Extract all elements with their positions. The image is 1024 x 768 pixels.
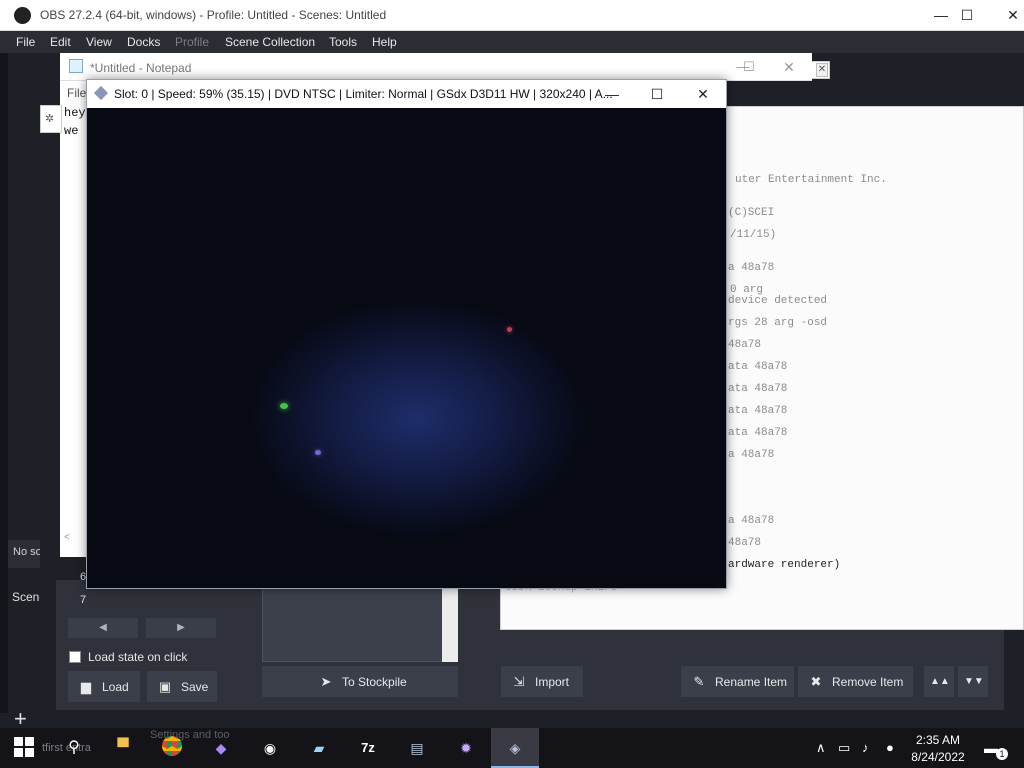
notepad-line: we [64, 124, 79, 138]
notepad-title: *Untitled - Notepad [90, 61, 192, 75]
log-line: rgs 28 arg -osd [728, 317, 828, 329]
pcsx2-taskbar-icon: ◈ [509, 740, 521, 756]
clock-time[interactable]: 2:35 AM [906, 733, 970, 747]
log-line: 48a78 [728, 339, 762, 351]
save-button[interactable]: ▣ Save [147, 671, 217, 702]
emulator-minimize-button[interactable]: — [589, 80, 635, 108]
slot-number[interactable]: 7 [80, 594, 86, 606]
rename-item-button[interactable]: ✎ Rename Item [681, 666, 794, 697]
notepad-text-area[interactable] [60, 81, 88, 557]
load-button[interactable]: ▆ Load [68, 671, 140, 702]
x-icon: ✖ [810, 674, 822, 689]
log-line: ata 48a78 [728, 361, 788, 373]
notepad-line: hey [64, 106, 86, 120]
green-light [280, 403, 288, 409]
menu-file[interactable]: File [16, 35, 35, 49]
notepad-menu-file[interactable]: File [67, 86, 86, 100]
log-line: 48a78 [728, 537, 762, 549]
import-button[interactable]: ⇲ Import [501, 666, 583, 697]
move-up-button[interactable]: ▲▲ [924, 666, 954, 697]
remove-item-button[interactable]: ✖ Remove Item [798, 666, 913, 697]
app-icon-5[interactable]: ▰ [307, 736, 331, 760]
no-source-label: No so [8, 540, 40, 568]
log-line: a 48a78 [728, 515, 775, 527]
log-line: a 48a78 [728, 449, 775, 461]
log-line: uter Entertainment Inc. [735, 174, 887, 186]
menu-docks[interactable]: Docks [127, 35, 160, 49]
search-icon[interactable]: ⚲ [62, 736, 86, 760]
emulator-game-screen[interactable] [87, 108, 726, 588]
menu-view[interactable]: View [86, 35, 112, 49]
file-explorer-icon[interactable]: ▀ [111, 736, 135, 760]
obs-taskbar-icon[interactable]: ◉ [258, 736, 282, 760]
notepad-scroll-left-icon[interactable]: < [60, 530, 88, 546]
folder-icon: ▆ [81, 679, 91, 694]
menu-scene-collection[interactable]: Scene Collection [225, 35, 315, 49]
app-icon: ✲ [45, 113, 55, 125]
volume-icon[interactable]: ♪ [862, 740, 869, 755]
log-line: ata 48a78 [728, 383, 788, 395]
obs-window-title: OBS 27.2.4 (64-bit, windows) - Profile: … [40, 8, 387, 22]
previous-slot-button[interactable]: ◀ [68, 618, 138, 638]
7zip-icon[interactable]: 7z [356, 736, 380, 760]
floppy-icon: ▣ [158, 679, 172, 694]
add-scene-icon[interactable]: + [14, 708, 27, 730]
to-stockpile-button[interactable]: ➤ To Stockpile [262, 666, 458, 697]
microphone-icon[interactable]: ● [886, 740, 894, 755]
red-light [507, 327, 512, 332]
log-line: /11/15) [730, 229, 777, 241]
app-icon-7[interactable]: ▤ [405, 736, 429, 760]
log-line: device detected [728, 295, 828, 307]
notification-badge: 1 [996, 748, 1008, 760]
menu-help[interactable]: Help [372, 35, 397, 49]
chrome-icon[interactable] [160, 736, 184, 760]
notepad-icon [69, 59, 83, 73]
rename-item-label: Rename Item [715, 675, 788, 689]
load-state-label: Load state on click [88, 650, 188, 664]
save-button-label: Save [181, 680, 209, 694]
log-line: ata 48a78 [728, 405, 788, 417]
menu-profile[interactable]: Profile [175, 35, 209, 49]
purple-light [315, 450, 321, 455]
send-icon: ➤ [320, 674, 332, 689]
emulator-title: Slot: 0 | Speed: 59% (35.15) | DVD NTSC … [114, 87, 613, 101]
pencil-icon: ✎ [693, 674, 705, 689]
start-button[interactable] [14, 737, 34, 757]
emulator-maximize-button[interactable]: ☐ [634, 80, 680, 108]
to-stockpile-label: To Stockpile [342, 675, 407, 689]
log-line: ata 48a78 [728, 427, 788, 439]
load-state-checkbox[interactable] [69, 651, 81, 663]
menu-edit[interactable]: Edit [50, 35, 71, 49]
obs-logo-icon [14, 7, 31, 24]
stockpile-scrollbar[interactable] [442, 588, 458, 662]
emulator-close-button[interactable]: ✕ [680, 80, 726, 108]
stockpile-list[interactable] [262, 588, 458, 662]
background-close-icon[interactable]: ✕ [816, 63, 828, 77]
log-line: a 48a78 [728, 262, 775, 274]
obs-close-button[interactable]: ✕ [990, 0, 1024, 31]
log-line: (C)SCEI [728, 207, 775, 219]
clock-date[interactable]: 8/24/2022 [906, 750, 970, 764]
import-icon: ⇲ [513, 674, 525, 689]
remove-item-label: Remove Item [832, 675, 904, 689]
desktop-strip [0, 53, 8, 713]
log-line: ardware renderer) [728, 559, 841, 571]
load-button-label: Load [102, 680, 129, 694]
app-icon-8[interactable]: ✹ [454, 736, 478, 760]
app-icon-3[interactable]: ◆ [209, 736, 233, 760]
tray-chevron-icon[interactable]: ∧ [816, 740, 826, 756]
menu-tools[interactable]: Tools [329, 35, 357, 49]
network-icon[interactable]: ▭ [838, 740, 850, 756]
scenes-dock-title: Scene [12, 590, 40, 604]
import-button-label: Import [535, 675, 570, 689]
obs-maximize-button[interactable]: ☐ [944, 0, 990, 31]
next-slot-button[interactable]: ▶ [146, 618, 216, 638]
notepad-close-button[interactable]: ✕ [766, 53, 812, 81]
move-down-button[interactable]: ▼▼ [958, 666, 988, 697]
